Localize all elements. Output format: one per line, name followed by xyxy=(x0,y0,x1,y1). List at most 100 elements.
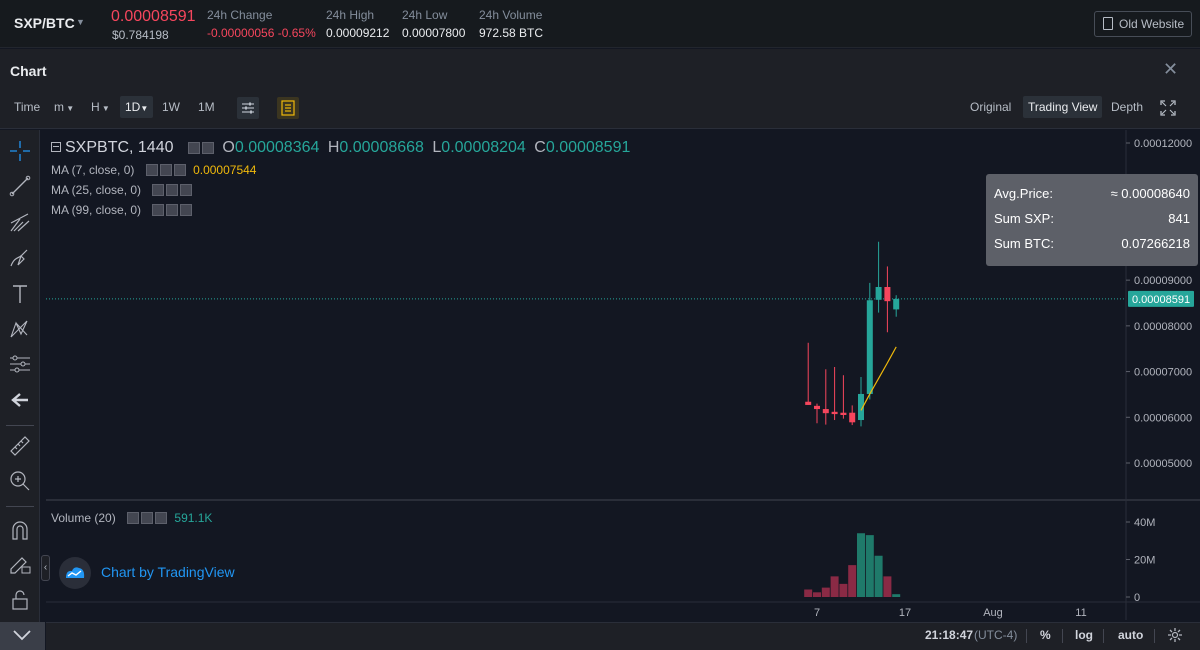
tooltip-label: Sum SXP: xyxy=(994,211,1054,226)
ma25-label: MA (25, close, 0) xyxy=(51,183,142,197)
interval-hours[interactable]: H ▼ xyxy=(91,100,110,114)
candle-body xyxy=(822,409,829,414)
price-tick-label: 0.00012000 xyxy=(1134,138,1192,150)
volume-tick-label: 0 xyxy=(1134,592,1140,604)
separator xyxy=(1062,629,1063,643)
status-bar: 21:18:47 (UTC-4) % log auto xyxy=(46,622,1200,650)
eye-icon[interactable] xyxy=(145,164,158,176)
view-tradingview[interactable]: Trading View xyxy=(1023,96,1103,118)
stat-label: 24h Change xyxy=(207,8,273,22)
ruler-icon[interactable] xyxy=(8,434,32,458)
close-icon[interactable] xyxy=(173,164,186,176)
zoom-in-icon[interactable] xyxy=(8,469,32,493)
usd-price: $0.784198 xyxy=(112,28,169,42)
arrow-left-icon[interactable] xyxy=(8,388,32,412)
interval-1w[interactable]: 1W xyxy=(162,100,180,114)
chart-panel-header: Chart ✕ xyxy=(0,49,1200,89)
eye-icon[interactable] xyxy=(127,512,140,524)
prediction-icon[interactable] xyxy=(8,352,32,376)
log-scale-button[interactable]: log xyxy=(1075,628,1093,642)
fullscreen-icon[interactable] xyxy=(1157,97,1179,119)
document-list-icon xyxy=(281,100,295,116)
view-original[interactable]: Original xyxy=(970,100,1011,114)
close-key: C xyxy=(534,139,546,156)
price-tick-label: 0.00008000 xyxy=(1134,321,1192,333)
legend-ma99: MA (99, close, 0) xyxy=(51,203,193,217)
interval-1m[interactable]: 1M xyxy=(198,100,215,114)
close-icon[interactable] xyxy=(180,204,193,216)
legend-volume: Volume (20) 591.1K xyxy=(51,511,212,525)
magnet-icon[interactable] xyxy=(8,518,32,542)
unlock-icon[interactable] xyxy=(8,588,32,612)
old-website-button[interactable]: Old Website xyxy=(1094,11,1192,37)
stat-24h-change: 24h Change -0.00000056 -0.65% xyxy=(207,8,316,40)
price-tick-label: 0.00009000 xyxy=(1134,275,1192,287)
time-tick-label: 7 xyxy=(814,607,820,619)
close-icon[interactable] xyxy=(180,184,193,196)
interval-label: H xyxy=(91,100,100,114)
toolbar-divider xyxy=(6,506,34,507)
stat-value: 0.00009212 xyxy=(326,26,390,40)
ma7-line xyxy=(860,346,897,411)
crosshair-icon[interactable] xyxy=(8,139,32,163)
gear-icon[interactable] xyxy=(1167,627,1183,643)
tradingview-logo[interactable] xyxy=(59,557,91,589)
collapse-legend-icon[interactable] xyxy=(51,142,61,152)
eye-icon[interactable] xyxy=(152,184,165,196)
percent-scale-button[interactable]: % xyxy=(1040,628,1051,642)
text-icon[interactable] xyxy=(8,282,32,306)
stat-value: -0.00000056 -0.65% xyxy=(207,26,316,40)
ma7-label: MA (7, close, 0) xyxy=(51,163,135,177)
time-label: Time xyxy=(14,100,41,114)
pitchfork-icon[interactable] xyxy=(8,210,32,234)
volume-bar xyxy=(892,594,901,597)
tradingview-watermark[interactable]: Chart by TradingView xyxy=(101,564,235,580)
view-depth[interactable]: Depth xyxy=(1111,100,1143,114)
indicator-settings-icon[interactable] xyxy=(237,97,259,119)
separator xyxy=(1154,629,1155,643)
timezone[interactable]: (UTC-4) xyxy=(974,628,1017,642)
cloud-chart-icon xyxy=(66,567,85,578)
gear-icon[interactable] xyxy=(166,184,179,196)
interval-minutes[interactable]: m ▼ xyxy=(54,100,74,114)
high-key: H xyxy=(327,139,340,156)
trend-line-icon[interactable] xyxy=(8,174,32,198)
volume-bar xyxy=(839,583,848,597)
symbol-selector[interactable]: SXP/BTC xyxy=(14,15,75,31)
chevron-down-icon[interactable]: ▼ xyxy=(76,17,85,27)
expand-panel-button[interactable] xyxy=(0,622,45,650)
gear-icon[interactable] xyxy=(201,142,214,154)
gear-icon[interactable] xyxy=(159,164,172,176)
open-value: 0.00008364 xyxy=(234,139,320,156)
eye-icon[interactable] xyxy=(187,142,200,154)
clock-time: 21:18:47 xyxy=(925,628,974,642)
tooltip-row-sum-sxp: Sum SXP: 841 xyxy=(994,211,1190,236)
volume-bar xyxy=(874,555,883,597)
candle-body xyxy=(875,287,882,300)
panel-title: Chart xyxy=(10,63,47,79)
stat-24h-volume: 24h Volume 972.58 BTC xyxy=(479,8,543,40)
volume-bar xyxy=(857,533,865,597)
pattern-icon[interactable] xyxy=(8,317,32,341)
legend-ma25: MA (25, close, 0) xyxy=(51,183,193,197)
interval-1d[interactable]: 1D▼ xyxy=(120,96,154,118)
gear-icon[interactable] xyxy=(141,512,154,524)
eye-icon[interactable] xyxy=(152,204,165,216)
gear-icon[interactable] xyxy=(166,204,179,216)
auto-scale-button[interactable]: auto xyxy=(1118,628,1143,642)
volume-value: 591.1K xyxy=(174,511,213,525)
stat-value: 0.00007800 xyxy=(402,26,466,40)
close-icon[interactable] xyxy=(155,512,168,524)
volume-label: Volume (20) xyxy=(51,511,116,525)
notes-icon[interactable] xyxy=(277,97,299,119)
candle-body xyxy=(849,412,856,423)
close-icon[interactable]: ✕ xyxy=(1163,59,1178,80)
lock-drawing-icon[interactable] xyxy=(8,552,32,576)
volume-bar xyxy=(865,535,874,597)
legend-symbol: SXPBTC, 1440 xyxy=(65,139,174,156)
time-tick-label: 11 xyxy=(1075,607,1086,619)
toolbar-divider xyxy=(6,425,34,426)
low-value: 0.00008204 xyxy=(441,139,526,156)
brush-icon[interactable] xyxy=(8,246,32,270)
chart-area[interactable]: 0.00012000 0.00009000 0.00008000 0.00007000… xyxy=(46,130,1200,620)
